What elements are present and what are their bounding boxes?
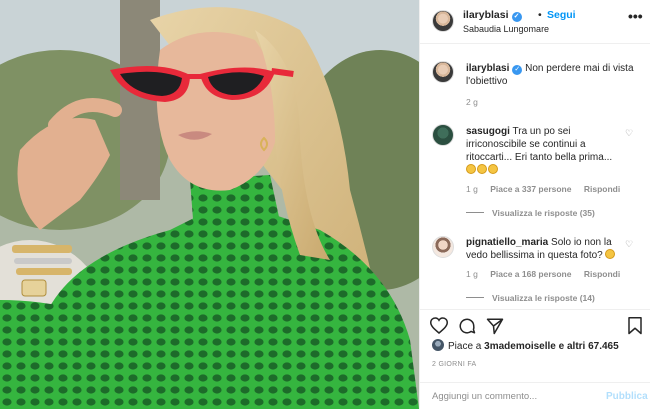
comment-time[interactable]: 1 g — [466, 269, 478, 279]
emoji-icon — [604, 249, 615, 259]
comment-input[interactable] — [432, 389, 592, 403]
post-header: ilaryblasi ✓ • Segui Sabaudia Lungomare •… — [420, 0, 650, 44]
comment-likes[interactable]: Piace a 168 persone — [490, 269, 571, 279]
author-avatar[interactable] — [432, 10, 454, 32]
comment-likes[interactable]: Piace a 337 persone — [490, 184, 571, 194]
comment-meta: 1 g Piace a 337 persone Rispondi — [466, 184, 630, 194]
comment: sasugogi Tra un po sei irriconoscibile s… — [466, 125, 626, 177]
caption-username[interactable]: ilaryblasi — [466, 63, 509, 74]
replies-divider — [466, 212, 484, 213]
likes-summary[interactable]: Piace a 3mademoiselle e altri 67.465 — [432, 339, 619, 352]
comment-avatar[interactable] — [432, 124, 454, 146]
caption-avatar[interactable] — [432, 61, 454, 83]
liker-avatar — [432, 339, 444, 351]
comment-username[interactable]: pignatiello_maria — [466, 237, 548, 248]
view-replies-link[interactable]: Visualizza le risposte (35) — [466, 208, 595, 218]
likes-count[interactable]: e altri 67.465 — [556, 341, 619, 352]
comment: pignatiello_maria Solo io non la vedo be… — [466, 236, 626, 262]
view-replies-link[interactable]: Visualizza le risposte (14) — [466, 293, 595, 303]
location-link[interactable]: Sabaudia Lungomare — [463, 24, 549, 34]
comment-icon[interactable] — [458, 317, 476, 335]
author-username[interactable]: ilaryblasi ✓ — [463, 9, 522, 22]
emoji-icon — [477, 164, 487, 174]
verified-badge-icon: ✓ — [512, 65, 523, 75]
comment-like-heart-icon[interactable]: ♡ — [625, 128, 633, 139]
comment-username[interactable]: sasugogi — [466, 126, 510, 137]
comment-time[interactable]: 1 g — [466, 184, 478, 194]
photo-illustration — [0, 0, 419, 409]
post-date[interactable]: 2 GIORNI FA — [432, 361, 477, 368]
comment-composer: Pubblica — [420, 382, 650, 409]
comment-like-heart-icon[interactable]: ♡ — [625, 239, 633, 250]
caption: ilaryblasi ✓ Non perdere mai di vista l'o… — [466, 62, 641, 88]
reply-button[interactable]: Rispondi — [584, 269, 620, 279]
bookmark-icon[interactable] — [627, 317, 643, 335]
comment-meta: 1 g Piace a 168 persone Rispondi — [466, 269, 630, 279]
header-separator: • — [538, 9, 542, 21]
more-options-icon[interactable]: ••• — [628, 8, 643, 24]
liker-username[interactable]: 3mademoiselle — [484, 341, 556, 352]
follow-button[interactable]: Segui — [547, 9, 576, 21]
replies-divider — [466, 297, 484, 298]
action-bar — [420, 309, 650, 339]
publish-button[interactable]: Pubblica — [606, 391, 648, 402]
caption-time[interactable]: 2 g — [466, 97, 478, 107]
post-photo[interactable] — [0, 0, 419, 409]
heart-icon[interactable] — [430, 317, 448, 334]
emoji-icon — [466, 164, 476, 174]
reply-button[interactable]: Rispondi — [584, 184, 620, 194]
comment-avatar[interactable] — [432, 236, 454, 258]
post-sidebar: ilaryblasi ✓ • Segui Sabaudia Lungomare •… — [419, 0, 650, 409]
verified-badge-icon: ✓ — [511, 12, 522, 22]
share-icon[interactable] — [486, 317, 504, 335]
emoji-icon — [488, 164, 498, 174]
